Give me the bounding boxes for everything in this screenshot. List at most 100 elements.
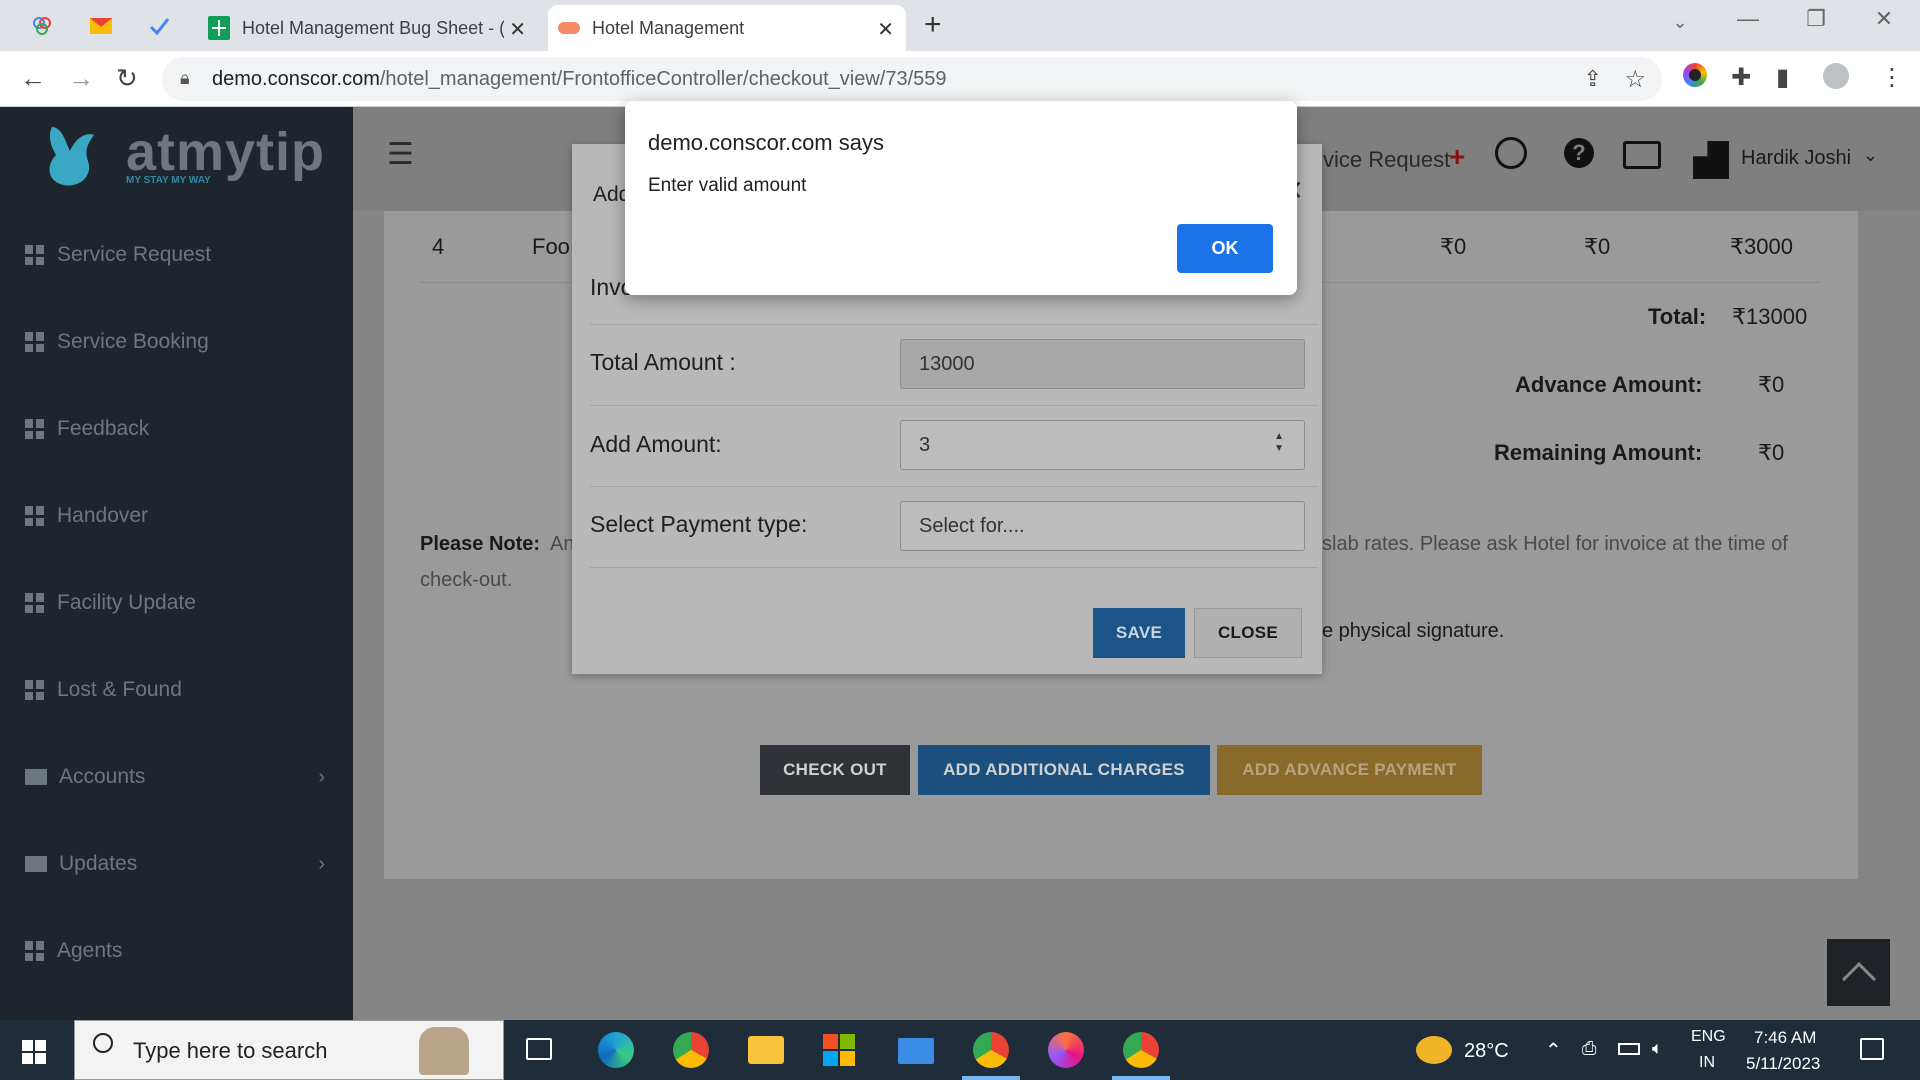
close-window-icon[interactable]: ✕ <box>1864 6 1904 32</box>
add-amount-value: 3 <box>919 434 931 456</box>
active-app-indicator <box>1112 1076 1170 1080</box>
color-extension-icon[interactable] <box>1683 63 1707 94</box>
pinned-tab-tasks-icon[interactable] <box>141 10 177 42</box>
alert-message: Enter valid amount <box>648 175 807 196</box>
total-label: Total: <box>1648 304 1707 329</box>
hamburger-menu-icon[interactable]: ☰ <box>387 137 414 172</box>
note-end: slab rates. Please ask Hotel for invoice… <box>1322 533 1788 555</box>
note-line2: check-out. <box>420 569 513 591</box>
total-amount-field[interactable]: 13000 <box>900 339 1305 389</box>
sidebar-item-service-booking[interactable]: Service Booking <box>25 330 325 354</box>
mail-icon <box>25 769 47 785</box>
scroll-to-top-button[interactable] <box>1827 939 1890 1006</box>
share-icon[interactable]: ⇪ <box>1584 66 1602 92</box>
sidebar-item-lost-found[interactable]: Lost & Found <box>25 678 325 702</box>
alert-title: demo.conscor.com says <box>648 130 884 155</box>
chrome-m-profile-icon[interactable] <box>1123 1032 1159 1068</box>
row-description: Foo <box>532 234 570 259</box>
close-button[interactable]: CLOSE <box>1194 608 1302 658</box>
mail-app-icon[interactable] <box>898 1038 934 1064</box>
grid-icon <box>25 593 45 613</box>
firefox-icon[interactable] <box>1048 1032 1084 1068</box>
grid-icon <box>25 245 45 265</box>
account-circle-icon[interactable] <box>1495 137 1527 169</box>
payment-type-select[interactable]: Select for.... <box>900 501 1305 551</box>
logo-mark-icon <box>49 127 94 186</box>
profile-icon[interactable] <box>1823 63 1849 96</box>
volume-icon[interactable]: 🔈︎ <box>1652 1038 1663 1059</box>
id-card-icon[interactable] <box>1623 141 1661 169</box>
help-icon[interactable]: ? <box>1564 138 1594 168</box>
meet-icon[interactable]: ⎙ <box>1582 1038 1596 1059</box>
new-tab-icon[interactable]: + <box>924 8 942 42</box>
taskbar-search[interactable]: Type here to search <box>74 1020 504 1080</box>
omnibox[interactable]: 🔒︎ demo.conscor.com/hotel_management/Fro… <box>162 57 1662 101</box>
favicon-icon <box>558 22 580 34</box>
tab-title: Hotel Management Bug Sheet - ( <box>242 17 504 38</box>
url-path: /hotel_management/FrontofficeController/… <box>379 68 947 90</box>
pinned-tab-gmail-icon[interactable] <box>83 10 119 42</box>
grid-icon <box>25 419 45 439</box>
logo[interactable]: atmytip MY STAY MY WAY <box>0 107 353 211</box>
reload-icon[interactable]: ↻ <box>116 63 138 94</box>
add-amount-input[interactable]: 3 ▲ ▼ <box>900 420 1305 470</box>
windows-start-icon[interactable] <box>22 1040 46 1064</box>
tab-search-icon[interactable]: ⌄ <box>1660 12 1700 33</box>
sidebar-item-feedback[interactable]: Feedback <box>25 417 325 441</box>
number-stepper-icon[interactable]: ▲ ▼ <box>1274 431 1284 455</box>
logo-text: atmytip <box>126 122 326 182</box>
check-out-button[interactable]: CHECK OUT <box>760 745 910 795</box>
tab-hotel-management[interactable]: Hotel Management ✕ <box>548 5 906 51</box>
add-advance-payment-button[interactable]: ADD ADVANCE PAYMENT <box>1217 745 1482 795</box>
back-icon[interactable]: ← <box>20 63 46 94</box>
search-placeholder: Type here to search <box>133 1038 328 1063</box>
sidebar-item-updates[interactable]: Updates › <box>25 852 325 876</box>
service-request-link[interactable]: vice Request <box>1323 147 1450 173</box>
minimize-icon[interactable]: — <box>1728 6 1768 32</box>
edge-icon[interactable] <box>598 1032 634 1068</box>
sidebar-item-accounts[interactable]: Accounts › <box>25 765 325 789</box>
grid-icon <box>25 680 45 700</box>
tab-bug-sheet[interactable]: Hotel Management Bug Sheet - ( ✕ <box>198 5 538 51</box>
sidebar-item-label: Service Request <box>57 243 212 266</box>
chevron-down-icon[interactable]: ⌄ <box>1863 145 1878 166</box>
close-tab-icon[interactable]: ✕ <box>509 17 526 42</box>
notification-icon[interactable] <box>1860 1038 1884 1060</box>
store-icon[interactable] <box>823 1034 857 1066</box>
forward-icon[interactable]: → <box>68 63 94 94</box>
side-panel-icon[interactable]: ▮ <box>1776 63 1789 92</box>
total-value: ₹13000 <box>1732 304 1808 329</box>
chrome-icon[interactable] <box>673 1032 709 1068</box>
file-explorer-icon[interactable] <box>748 1036 784 1064</box>
add-additional-charges-button[interactable]: ADD ADDITIONAL CHARGES <box>918 745 1210 795</box>
signature-text: e physical signature. <box>1322 620 1505 642</box>
sidebar-item-facility-update[interactable]: Facility Update <box>25 591 325 615</box>
extensions-puzzle-icon[interactable]: ✚ <box>1731 63 1751 92</box>
user-name[interactable]: Hardik Joshi <box>1741 147 1851 170</box>
sidebar-item-agents[interactable]: Agents <box>25 939 325 963</box>
sidebar-item-label: Feedback <box>57 417 150 440</box>
ok-button[interactable]: OK <box>1177 224 1273 273</box>
pinned-tab-app-icon[interactable] <box>24 10 60 42</box>
chrome-profile-icon[interactable] <box>973 1032 1009 1068</box>
lang-secondary[interactable]: IN <box>1699 1054 1715 1072</box>
payment-type-label: Select Payment type: <box>590 511 808 537</box>
menu-kebab-icon[interactable]: ⋮ <box>1880 63 1904 92</box>
sidebar-item-service-request[interactable]: Service Request <box>25 243 325 267</box>
url-text: demo.conscor.com/hotel_management/Fronto… <box>212 68 947 91</box>
hotel-building-icon <box>1693 141 1729 179</box>
weather-temp[interactable]: 28°C <box>1464 1040 1509 1063</box>
remaining-label: Remaining Amount: <box>1494 440 1703 465</box>
task-view-icon[interactable] <box>526 1038 552 1060</box>
save-button[interactable]: SAVE <box>1093 608 1185 658</box>
clock-date[interactable]: 5/11/2023 <box>1746 1054 1820 1074</box>
restore-icon[interactable]: ❐ <box>1796 6 1836 32</box>
battery-icon[interactable] <box>1618 1043 1640 1055</box>
sidebar-item-handover[interactable]: Handover <box>25 504 325 528</box>
chevron-up-tray-icon[interactable]: ⌃ <box>1545 1038 1562 1063</box>
close-tab-icon[interactable]: ✕ <box>877 17 894 42</box>
bookmark-star-icon[interactable]: ☆ <box>1624 65 1646 94</box>
clock-time[interactable]: 7:46 AM <box>1754 1028 1816 1048</box>
plus-icon[interactable]: + <box>1449 141 1465 173</box>
lang-primary[interactable]: ENG <box>1691 1028 1726 1046</box>
